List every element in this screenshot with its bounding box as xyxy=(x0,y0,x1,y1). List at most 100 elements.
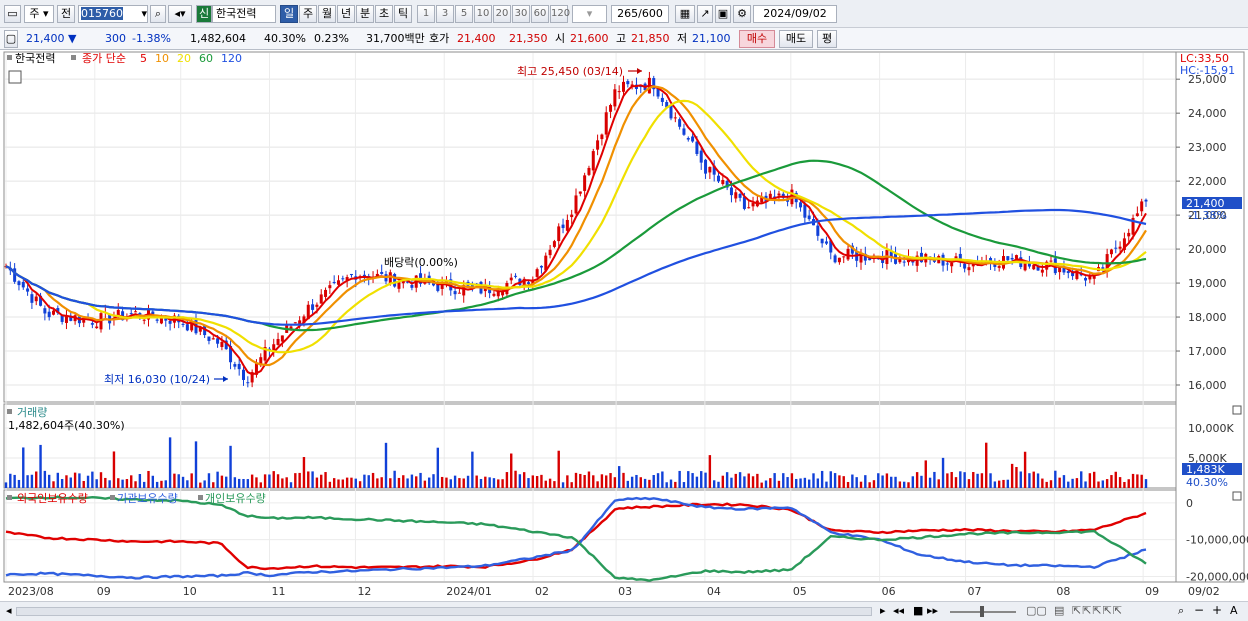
period-button-4[interactable]: 분 xyxy=(356,5,374,23)
volume-bar xyxy=(307,471,310,488)
search-icon[interactable]: ⌕ xyxy=(150,5,166,23)
stop-icon[interactable]: ■ xyxy=(913,604,923,617)
prev-button[interactable]: 전 xyxy=(57,5,75,23)
holding-close-icon[interactable] xyxy=(1232,491,1242,501)
period-button-1[interactable]: 주 xyxy=(299,5,317,23)
volume-bar xyxy=(920,475,923,488)
sell-button[interactable]: 매도 xyxy=(779,30,813,48)
candle-body xyxy=(574,195,578,214)
stock-label: 한국전력 xyxy=(15,52,55,65)
rewind-icon[interactable]: ◂◂ xyxy=(893,604,904,617)
forward-icon[interactable]: ▸▸ xyxy=(927,604,938,617)
horizontal-scrollbar[interactable] xyxy=(16,607,872,616)
interval-button-60[interactable]: 60 xyxy=(531,5,549,23)
code-value: 015760 xyxy=(81,7,123,20)
volume-bar xyxy=(751,476,755,488)
volume-bar xyxy=(950,471,953,488)
period-button-2[interactable]: 월 xyxy=(318,5,336,23)
period-button-5[interactable]: 초 xyxy=(375,5,393,23)
scroll-right-icon[interactable]: ▸ xyxy=(880,604,886,617)
candle-body xyxy=(583,175,587,191)
volume-bar xyxy=(479,478,483,488)
period-button-3[interactable]: 년 xyxy=(337,5,355,23)
volume-tick-label: 10,000K xyxy=(1188,422,1234,435)
volume-close-icon[interactable] xyxy=(1232,405,1242,415)
candle-body xyxy=(673,117,677,119)
zoom-icon[interactable]: ⌕ xyxy=(1178,604,1184,618)
gear-icon[interactable]: ⚙ xyxy=(733,5,751,23)
code-input[interactable]: 015760 ▾ xyxy=(78,5,148,23)
volume-bar xyxy=(1062,475,1066,488)
interval-button-120[interactable]: 120 xyxy=(550,5,570,23)
zoom-slider-handle[interactable] xyxy=(980,606,984,617)
candle-body xyxy=(622,81,625,92)
volume-bar xyxy=(600,474,604,488)
candle-body xyxy=(824,241,828,244)
candle-body xyxy=(596,140,600,150)
volume-bar xyxy=(294,473,297,488)
tools-icons[interactable]: ⇱⇱⇱⇱⇱ xyxy=(1072,604,1123,617)
volume-bar xyxy=(894,476,897,488)
avg-button[interactable]: 평 xyxy=(817,30,837,48)
plus-icon[interactable]: + xyxy=(1212,603,1222,617)
scroll-left-icon[interactable]: ◂ xyxy=(6,604,12,617)
bid-label: 호가 xyxy=(429,32,450,45)
chart-area[interactable]: 25,000 24,000 23,000 22,000 21,000 20,000 19,0… xyxy=(0,50,1248,601)
candle-body xyxy=(242,369,245,380)
interval-select[interactable]: ▾ xyxy=(572,5,607,23)
count-field[interactable]: 265/600 xyxy=(611,5,669,23)
font-icon[interactable]: A xyxy=(1230,604,1238,617)
grid-toggle-icon[interactable] xyxy=(8,70,22,84)
candle-body xyxy=(64,316,68,323)
candle-body xyxy=(1109,249,1113,255)
candle-body xyxy=(570,214,574,218)
volume-bar xyxy=(440,476,444,488)
interval-button-30[interactable]: 30 xyxy=(512,5,530,23)
speaker-icon[interactable]: ◂▾ xyxy=(168,5,192,23)
period-button-0[interactable]: 일 xyxy=(280,5,298,23)
holding-legend-0: 외국인보유수량 xyxy=(17,492,88,505)
volume-bar xyxy=(99,472,103,488)
volume-bar xyxy=(1101,480,1105,488)
chart-type-icon[interactable]: ▦ xyxy=(675,5,695,23)
volume-bar xyxy=(885,473,889,488)
minus-icon[interactable]: − xyxy=(1194,603,1204,617)
layout-icon[interactable]: ▭ xyxy=(4,5,21,23)
draw-icon[interactable]: ↗ xyxy=(697,5,713,23)
volume-bar xyxy=(596,481,599,488)
interval-button-20[interactable]: 20 xyxy=(493,5,511,23)
date-field[interactable]: 2024/09/02 xyxy=(753,5,837,23)
chart-canvas[interactable]: 25,00024,00023,00022,00021,00020,00019,0… xyxy=(0,50,1248,601)
volume-bar xyxy=(665,482,668,488)
buy-button[interactable]: 매수 xyxy=(739,30,775,48)
name-badge: 신 xyxy=(196,5,212,23)
volume-bar xyxy=(155,481,159,488)
save-icon[interactable]: ▣ xyxy=(715,5,731,23)
candle-body xyxy=(216,338,220,344)
volume-bar xyxy=(842,476,845,488)
interval-button-3[interactable]: 3 xyxy=(436,5,454,23)
candle-body xyxy=(846,248,850,260)
volume-bar xyxy=(488,477,491,488)
interval-button-10[interactable]: 10 xyxy=(474,5,492,23)
volume-bar xyxy=(1071,478,1074,488)
market-select[interactable]: 주 ▾ xyxy=(24,5,54,23)
layout-icon-2[interactable]: ▤ xyxy=(1054,604,1064,617)
list-icon[interactable]: ▢ xyxy=(4,30,18,48)
interval-button-1[interactable]: 1 xyxy=(417,5,435,23)
volume-bar xyxy=(959,471,962,488)
period-button-6[interactable]: 틱 xyxy=(394,5,412,23)
window-icon[interactable]: ▢▢ xyxy=(1026,604,1047,617)
volume-bar xyxy=(743,476,746,488)
volume-bar xyxy=(1028,473,1031,488)
volume-bar xyxy=(225,476,228,488)
volume-bar xyxy=(1041,478,1044,488)
candle-body xyxy=(777,193,781,196)
volume-bar xyxy=(233,477,237,488)
volume-bar xyxy=(609,473,612,488)
count-value: 265 xyxy=(617,7,639,20)
stock-name-field[interactable]: 한국전력 xyxy=(212,5,276,23)
candle-body xyxy=(669,105,673,119)
interval-button-5[interactable]: 5 xyxy=(455,5,473,23)
volume-bar xyxy=(907,482,910,488)
